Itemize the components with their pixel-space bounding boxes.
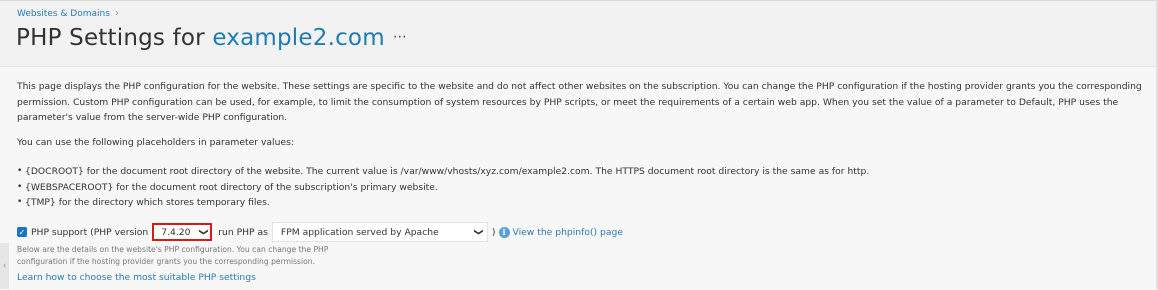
list-item: {TMP} for the directory which stores tem… <box>17 195 869 211</box>
php-version-value: 7.4.20 <box>161 226 191 238</box>
breadcrumb-separator-icon: › <box>114 8 119 19</box>
page-title: PHP Settings for example2.com ⋯ <box>16 25 408 51</box>
php-handler-value: FPM application served by Apache <box>280 226 439 238</box>
main-content: This page displays the PHP configuration… <box>0 66 1158 290</box>
page-header: Websites & Domains › PHP Settings for exa… <box>0 0 1158 66</box>
chevron-left-icon: ‹ <box>2 261 7 271</box>
list-item: {WEBSPACEROOT} for the document root dir… <box>17 180 869 196</box>
php-support-checkbox[interactable]: ✓ <box>17 227 27 237</box>
php-version-select[interactable]: 7.4.20 ❯ <box>152 223 213 241</box>
php-support-row: ✓ PHP support (PHP version 7.4.20 ❯ run … <box>17 222 623 242</box>
chevron-down-icon: ❯ <box>197 228 208 236</box>
placeholders-list: {DOCROOT} for the document root director… <box>17 164 869 211</box>
info-icon: i <box>498 226 510 238</box>
php-support-label: PHP support (PHP version <box>31 226 149 238</box>
intro-text: This page displays the PHP configuration… <box>17 81 1142 124</box>
close-paren: ) <box>491 226 496 238</box>
page-title-domain: example2.com <box>212 25 385 51</box>
breadcrumb-websites-domains[interactable]: Websites & Domains <box>17 9 110 19</box>
more-actions-icon[interactable]: ⋯ <box>393 29 408 45</box>
chevron-down-icon: ❯ <box>473 228 484 236</box>
phpinfo-link[interactable]: View the phpinfo() page <box>513 227 623 238</box>
placeholders-intro: You can use the following placeholders i… <box>17 137 294 148</box>
list-item: {DOCROOT} for the document root director… <box>17 164 869 180</box>
page-title-prefix: PHP Settings for <box>16 25 213 51</box>
breadcrumb: Websites & Domains › <box>17 8 119 19</box>
php-config-note: Below are the details on the website's P… <box>17 245 329 266</box>
sidebar-expand-handle[interactable]: ‹ <box>0 243 9 289</box>
php-handler-select[interactable]: FPM application served by Apache ❯ <box>271 222 488 242</box>
learn-php-settings-link[interactable]: Learn how to choose the most suitable PH… <box>17 272 256 283</box>
run-php-as-label: run PHP as <box>218 226 268 238</box>
